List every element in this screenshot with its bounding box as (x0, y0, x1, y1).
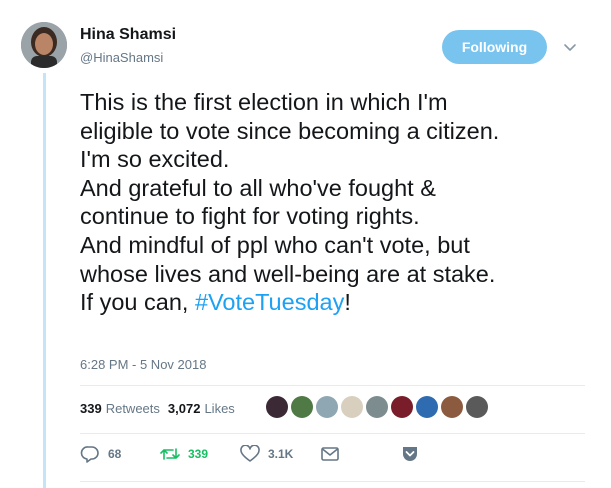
divider (80, 481, 585, 482)
tweet-line: I'm so excited. (80, 146, 230, 173)
tweet-last-line: If you can, #VoteTuesday! (80, 288, 608, 317)
avatar-image (21, 22, 67, 68)
liker-avatars (266, 396, 488, 418)
liker-avatar[interactable] (391, 396, 413, 418)
tweet-line: And grateful to all who've fought & (80, 174, 436, 201)
tweet-timestamp[interactable]: 6:28 PM - 5 Nov 2018 (80, 357, 206, 372)
retweet-button[interactable]: 339 (160, 445, 208, 463)
avatar[interactable] (21, 22, 67, 68)
liker-avatar[interactable] (366, 396, 388, 418)
reply-button[interactable]: 68 (80, 445, 121, 463)
tweet-line: whose lives and well-being are at stake. (80, 260, 496, 287)
user-handle[interactable]: @HinaShamsi (80, 50, 163, 65)
liker-avatar[interactable] (466, 396, 488, 418)
liker-avatar[interactable] (341, 396, 363, 418)
reply-icon (80, 446, 99, 463)
retweets-stat[interactable]: 339 Retweets (80, 401, 160, 416)
envelope-icon (321, 447, 339, 461)
following-button[interactable]: Following (442, 30, 547, 64)
user-name[interactable]: Hina Shamsi (80, 26, 176, 44)
retweets-label: Retweets (105, 401, 160, 416)
tweet-text: This is the first election in which I'm … (80, 88, 608, 317)
tweet-text-prefix: If you can, (80, 289, 195, 316)
chevron-down-icon[interactable] (563, 40, 577, 54)
pocket-icon (403, 447, 417, 461)
hashtag-link[interactable]: #VoteTuesday (195, 289, 344, 315)
direct-message-button[interactable] (320, 445, 340, 463)
like-button[interactable]: 3.1K (240, 445, 293, 463)
tweet-text-suffix: ! (344, 289, 351, 316)
like-count: 3.1K (268, 447, 294, 461)
likes-label: Likes (204, 401, 235, 416)
thread-line (43, 73, 46, 488)
tweet-stats: 339 Retweets 3,072 Likes (80, 401, 235, 416)
retweets-count: 339 (80, 401, 102, 416)
divider (80, 433, 585, 434)
reply-count: 68 (108, 447, 122, 461)
liker-avatar[interactable] (266, 396, 288, 418)
liker-avatar[interactable] (316, 396, 338, 418)
tweet-line: eligible to vote since becoming a citize… (80, 117, 500, 144)
likes-count: 3,072 (167, 401, 201, 416)
tweet-line: And mindful of ppl who can't vote, but (80, 231, 470, 258)
liker-avatar[interactable] (441, 396, 463, 418)
tweet-line: continue to fight for voting rights. (80, 203, 420, 230)
heart-icon (240, 445, 260, 462)
tweet-actions: 68 339 3.1K (80, 445, 440, 467)
liker-avatar[interactable] (416, 396, 438, 418)
retweet-icon (160, 448, 180, 460)
likes-stat[interactable]: 3,072 Likes (168, 401, 235, 416)
divider (80, 385, 585, 386)
liker-avatar[interactable] (291, 396, 313, 418)
save-to-pocket-button[interactable] (400, 445, 420, 463)
tweet-line: This is the first election in which I'm (80, 89, 448, 115)
retweet-count: 339 (188, 447, 209, 461)
